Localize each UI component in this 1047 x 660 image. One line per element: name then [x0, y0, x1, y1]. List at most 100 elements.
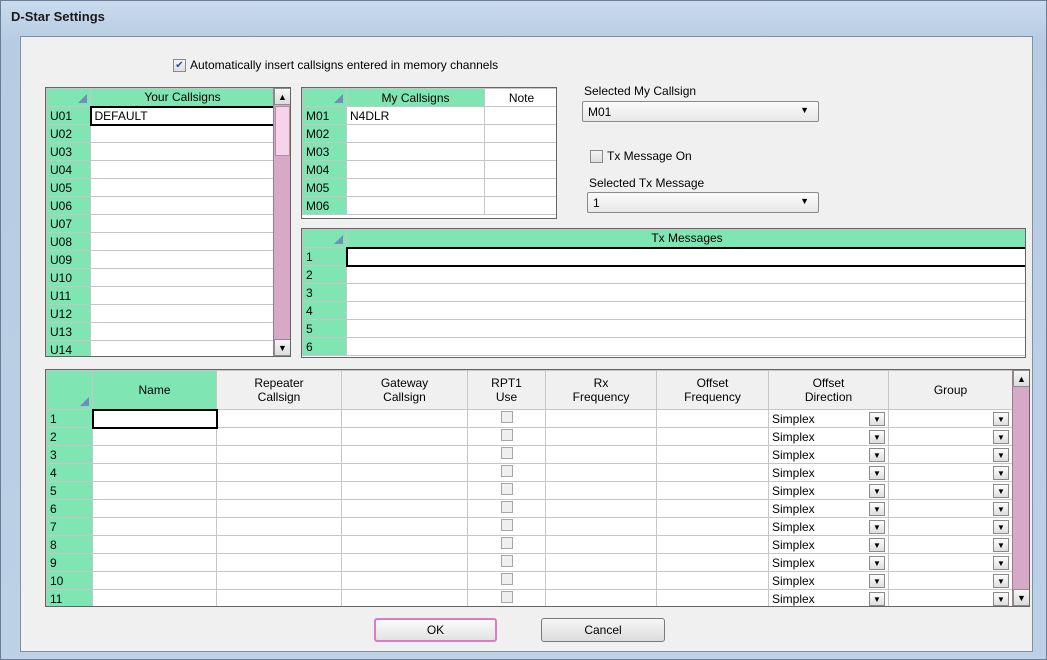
offset-direction-cell[interactable]: Simplex ▼: [768, 445, 889, 464]
note-header[interactable]: Note: [484, 88, 556, 107]
dropdown-arrow-icon[interactable]: ▼: [869, 573, 885, 588]
offset-direction-cell[interactable]: Simplex ▼: [768, 589, 889, 606]
group-cell[interactable]: ▼: [888, 553, 1013, 572]
rpt1-use-checkbox[interactable]: [500, 537, 513, 549]
row-header[interactable]: M05: [302, 178, 347, 197]
column-header-repeater[interactable]: Repeater Callsign: [216, 370, 342, 410]
tx-message-cell[interactable]: [346, 265, 1025, 284]
tx-message-on-checkbox[interactable]: [590, 149, 603, 163]
rpt1-use-cell[interactable]: [467, 535, 546, 554]
dropdown-arrow-icon[interactable]: ▼: [993, 537, 1009, 552]
rpt1-use-checkbox[interactable]: [500, 411, 513, 423]
row-header[interactable]: U11: [46, 286, 91, 305]
dropdown-arrow-icon[interactable]: ▼: [869, 429, 885, 444]
row-header[interactable]: U14: [46, 340, 91, 356]
dropdown-arrow-icon[interactable]: ▼: [869, 555, 885, 570]
callsign-cell[interactable]: [90, 124, 275, 143]
my-callsigns-grid[interactable]: My Callsigns Note M01 N4DLR M02 M03 M04 M05 M0…: [301, 87, 557, 219]
row-header[interactable]: U02: [46, 124, 91, 143]
name-cell[interactable]: [92, 445, 217, 464]
your-callsigns-grid[interactable]: Your Callsigns U01 DEFAULT U02 U03 U04 U05 U06…: [45, 87, 291, 357]
column-header-gateway[interactable]: Gateway Callsign: [341, 370, 468, 410]
row-header[interactable]: U12: [46, 304, 91, 323]
note-cell[interactable]: [484, 142, 556, 161]
rx-frequency-cell[interactable]: [545, 535, 657, 554]
offset-frequency-cell[interactable]: [656, 445, 769, 464]
group-cell[interactable]: ▼: [888, 589, 1013, 606]
dropdown-arrow-icon[interactable]: ▼: [869, 465, 885, 480]
rpt1-use-cell[interactable]: [467, 517, 546, 536]
rpt1-use-cell[interactable]: [467, 463, 546, 482]
callsign-cell[interactable]: [90, 268, 275, 287]
row-header[interactable]: 1: [302, 247, 347, 266]
rpt1-use-cell[interactable]: [467, 499, 546, 518]
selected-my-callsign-dropdown[interactable]: M01 ▼: [582, 101, 819, 122]
name-cell[interactable]: [92, 535, 217, 554]
callsign-cell[interactable]: [90, 178, 275, 197]
callsign-cell[interactable]: [90, 304, 275, 323]
rpt1-use-cell[interactable]: [467, 445, 546, 464]
rpt1-use-checkbox[interactable]: [500, 555, 513, 567]
offset-frequency-cell[interactable]: [656, 571, 769, 590]
name-cell[interactable]: [92, 427, 217, 446]
rpt1-use-checkbox[interactable]: [500, 483, 513, 495]
gateway-callsign-cell[interactable]: [341, 481, 468, 500]
dropdown-arrow-icon[interactable]: ▼: [869, 519, 885, 534]
tx-message-on-option[interactable]: Tx Message On: [590, 149, 692, 163]
group-cell[interactable]: ▼: [888, 445, 1013, 464]
rpt1-use-checkbox[interactable]: [500, 519, 513, 531]
my-callsign-cell[interactable]: [346, 160, 485, 179]
row-header[interactable]: M06: [302, 196, 347, 215]
row-header[interactable]: 9: [46, 553, 93, 572]
note-cell[interactable]: [484, 106, 556, 125]
gateway-callsign-cell[interactable]: [341, 571, 468, 590]
title-bar[interactable]: D-Star Settings: [1, 1, 1046, 35]
gateway-callsign-cell[interactable]: [341, 409, 468, 428]
row-header[interactable]: U06: [46, 196, 91, 215]
gateway-callsign-cell[interactable]: [341, 535, 468, 554]
dropdown-arrow-icon[interactable]: ▼: [993, 411, 1009, 426]
offset-frequency-cell[interactable]: [656, 535, 769, 554]
my-callsign-cell[interactable]: [346, 178, 485, 197]
repeater-callsign-cell[interactable]: [216, 589, 342, 606]
rx-frequency-cell[interactable]: [545, 499, 657, 518]
my-callsign-cell[interactable]: [346, 142, 485, 161]
callsign-cell[interactable]: [90, 160, 275, 179]
dropdown-arrow-icon[interactable]: ▼: [993, 429, 1009, 444]
rx-frequency-cell[interactable]: [545, 481, 657, 500]
offset-frequency-cell[interactable]: [656, 463, 769, 482]
rpt1-use-cell[interactable]: [467, 589, 546, 606]
note-cell[interactable]: [484, 196, 556, 215]
name-cell[interactable]: [92, 481, 217, 500]
name-cell[interactable]: [91, 408, 218, 429]
tx-message-cell[interactable]: [346, 319, 1025, 338]
row-header[interactable]: 6: [302, 337, 347, 356]
repeater-callsign-cell[interactable]: [216, 463, 342, 482]
column-header-offset-dir[interactable]: Offset Direction: [768, 370, 889, 410]
repeater-callsign-cell[interactable]: [216, 427, 342, 446]
group-cell[interactable]: ▼: [888, 427, 1013, 446]
callsign-cell[interactable]: DEFAULT: [89, 105, 276, 126]
rpt1-use-cell[interactable]: [467, 427, 546, 446]
name-cell[interactable]: [92, 517, 217, 536]
callsign-cell[interactable]: [90, 232, 275, 251]
rpt1-use-cell[interactable]: [467, 409, 546, 428]
my-callsigns-header[interactable]: My Callsigns: [346, 88, 485, 107]
dropdown-arrow-icon[interactable]: ▼: [869, 591, 885, 606]
rx-frequency-cell[interactable]: [545, 571, 657, 590]
grid-corner-header[interactable]: [302, 229, 347, 248]
row-header[interactable]: 1: [46, 409, 93, 428]
gateway-callsign-cell[interactable]: [341, 445, 468, 464]
row-header[interactable]: U09: [46, 250, 91, 269]
offset-frequency-cell[interactable]: [656, 553, 769, 572]
repeater-callsign-cell[interactable]: [216, 409, 342, 428]
selected-tx-message-dropdown[interactable]: 1 ▼: [587, 192, 819, 213]
scroll-thumb[interactable]: [1014, 388, 1029, 578]
gateway-callsign-cell[interactable]: [341, 499, 468, 518]
tx-message-cell[interactable]: [345, 246, 1025, 267]
scroll-up-button[interactable]: ▲: [274, 88, 290, 105]
gateway-callsign-cell[interactable]: [341, 427, 468, 446]
callsign-cell[interactable]: [90, 196, 275, 215]
group-cell[interactable]: ▼: [888, 517, 1013, 536]
name-cell[interactable]: [92, 463, 217, 482]
